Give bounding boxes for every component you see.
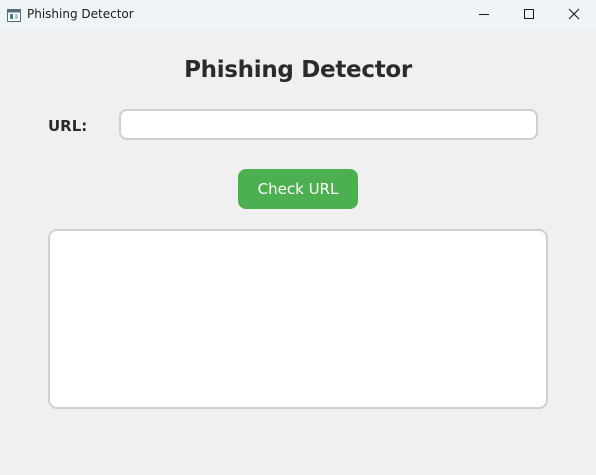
app-window-icon bbox=[7, 7, 21, 22]
maximize-button[interactable] bbox=[506, 0, 552, 28]
maximize-icon bbox=[523, 5, 535, 24]
url-input[interactable] bbox=[119, 109, 538, 140]
close-icon bbox=[568, 5, 580, 24]
page-title: Phishing Detector bbox=[184, 57, 412, 83]
app-window: Phishing Detector Phishing Detector URL:… bbox=[0, 0, 596, 475]
url-label: URL: bbox=[48, 117, 88, 135]
minimize-icon bbox=[478, 5, 490, 24]
minimize-button[interactable] bbox=[461, 0, 507, 28]
window-title: Phishing Detector bbox=[27, 7, 134, 21]
result-textbox[interactable] bbox=[48, 229, 548, 409]
close-button[interactable] bbox=[551, 0, 596, 28]
title-bar[interactable]: Phishing Detector bbox=[0, 0, 596, 28]
main-panel: Phishing Detector URL: Check URL bbox=[0, 28, 596, 475]
check-url-button[interactable]: Check URL bbox=[238, 169, 358, 209]
